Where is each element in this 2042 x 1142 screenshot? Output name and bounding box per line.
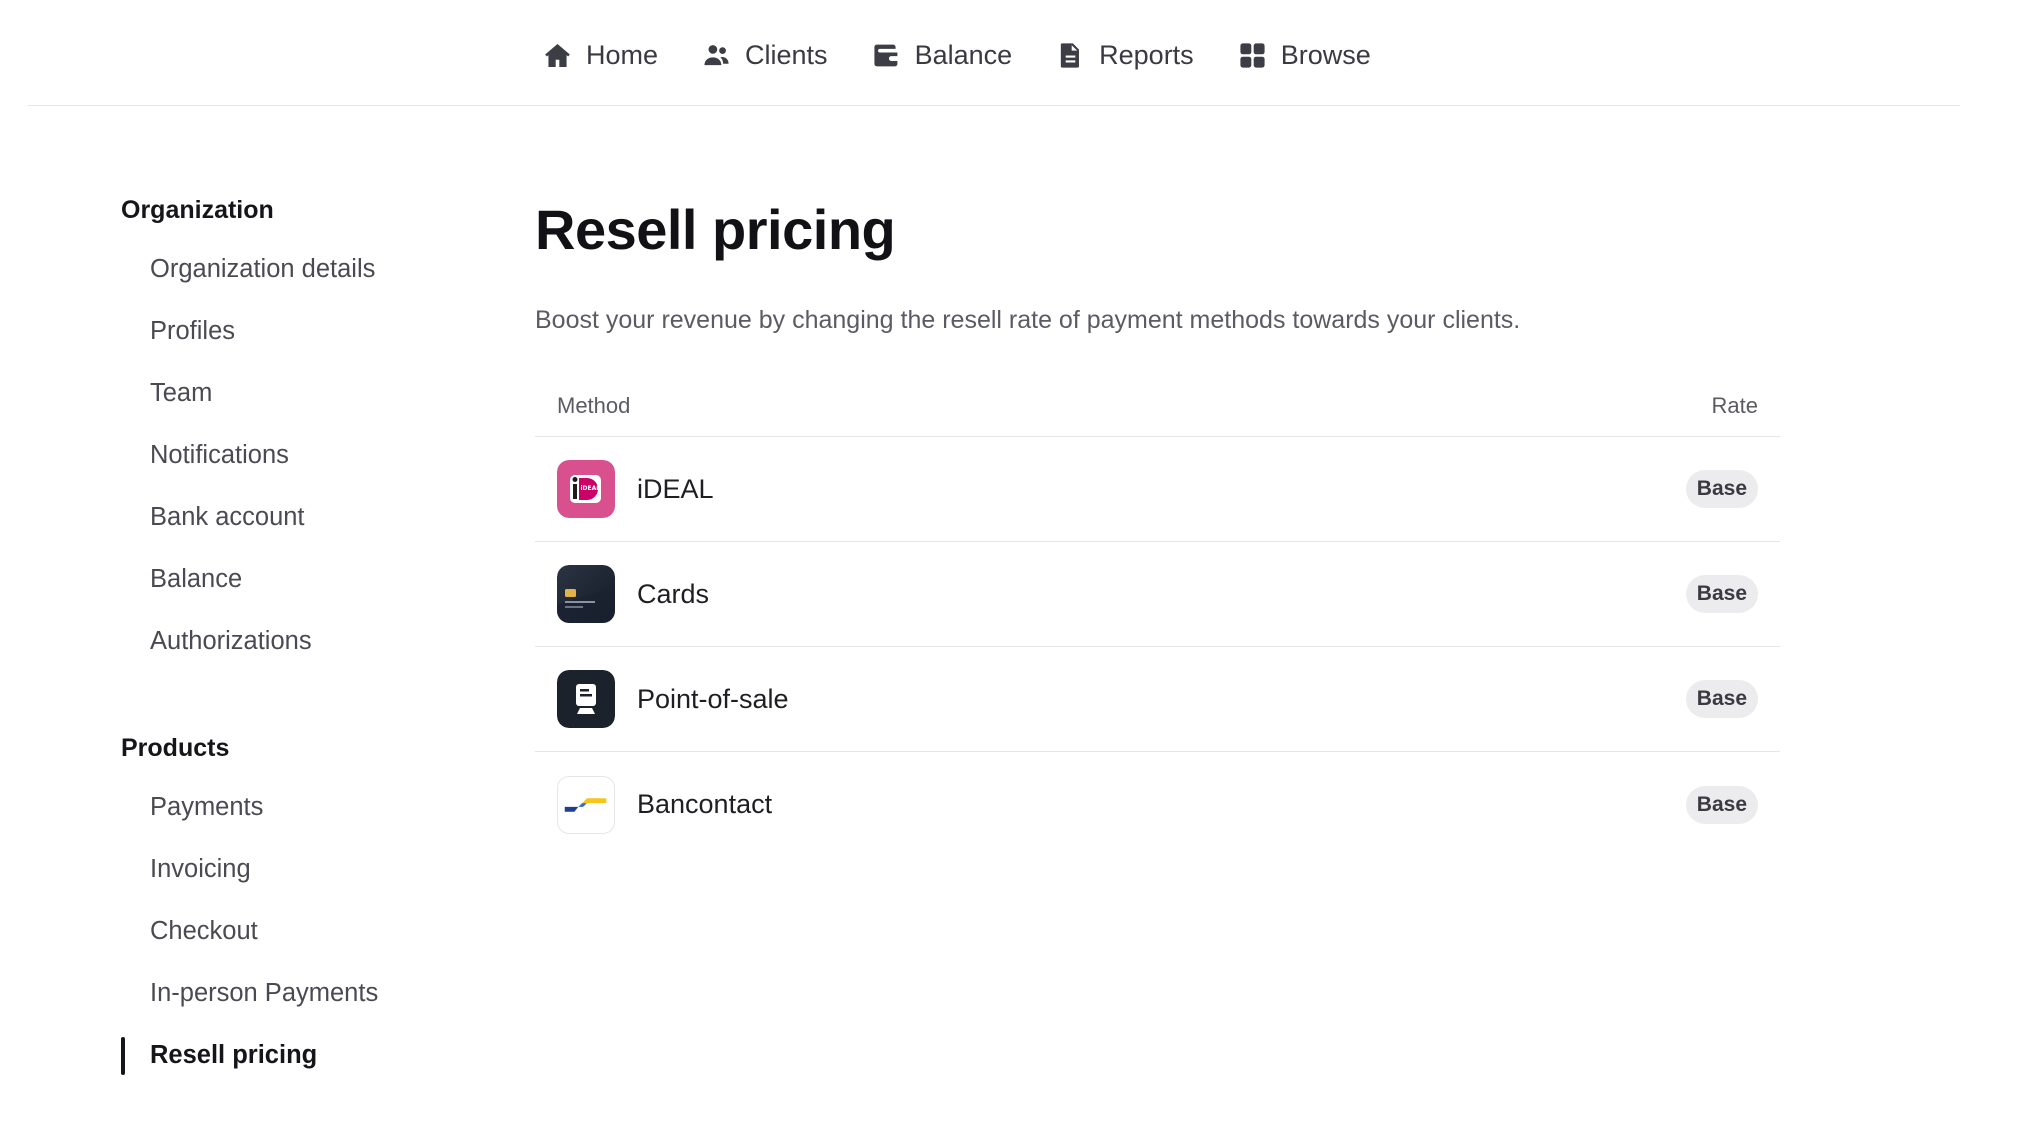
table-row-point-of-sale[interactable]: Point-of-sale Base — [535, 647, 1780, 752]
main-content: Resell pricing Boost your revenue by cha… — [535, 190, 1785, 857]
page-title: Resell pricing — [535, 198, 896, 261]
table-row-bancontact[interactable]: Bancontact Base — [535, 752, 1780, 857]
table-row-cards[interactable]: Cards Base — [535, 542, 1780, 647]
table-header: Method Rate — [535, 375, 1780, 437]
rate-badge: Base — [1685, 785, 1758, 824]
table-row-ideal[interactable]: iDEAL iDEAL Base — [535, 437, 1780, 542]
sidebar-heading-organization: Organization — [121, 196, 274, 224]
home-icon — [545, 43, 570, 67]
ideal-icon: iDEAL — [557, 460, 615, 518]
page-description: Boost your revenue by changing the resel… — [535, 306, 1521, 334]
sidebar-item-organization-details[interactable]: Organization details — [121, 246, 461, 308]
wallet-icon — [873, 44, 897, 66]
sidebar-item-team[interactable]: Team — [121, 370, 461, 432]
sidebar-organization-list: Organization details Profiles Team Notif… — [121, 246, 461, 680]
nav-reports[interactable]: Reports — [1056, 32, 1194, 78]
sidebar-item-checkout[interactable]: Checkout — [121, 908, 461, 970]
sidebar-products-list: Payments Invoicing Checkout In-person Pa… — [121, 784, 461, 1094]
column-header-rate: Rate — [1711, 393, 1758, 418]
resell-pricing-table: Method Rate iDEAL iDEAL Base Cards Base — [535, 375, 1780, 857]
nav-clients-label: Clients — [745, 39, 828, 70]
method-name: Cards — [637, 578, 710, 609]
sidebar-item-invoicing[interactable]: Invoicing — [121, 846, 461, 908]
method-cell: iDEAL iDEAL — [557, 460, 714, 518]
credit-card-icon — [557, 565, 615, 623]
column-header-method: Method — [557, 393, 631, 418]
nav-browse-label: Browse — [1280, 39, 1371, 70]
rate-badge: Base — [1685, 470, 1758, 508]
sidebar-item-bank-account[interactable]: Bank account — [121, 494, 461, 556]
sidebar-item-authorizations[interactable]: Authorizations — [121, 618, 461, 680]
rate-badge: Base — [1685, 680, 1758, 718]
nav-balance[interactable]: Balance — [872, 32, 1013, 78]
svg-text:iDEAL: iDEAL — [581, 485, 601, 492]
bancontact-icon — [557, 775, 615, 834]
settings-sidebar: Organization Organization details Profil… — [121, 190, 461, 1094]
grid-icon — [1240, 42, 1265, 68]
nav-reports-label: Reports — [1099, 39, 1194, 70]
method-name: Point-of-sale — [637, 683, 789, 714]
pos-terminal-icon — [557, 670, 615, 728]
sidebar-item-balance[interactable]: Balance — [121, 556, 461, 618]
nav-home-label: Home — [586, 39, 659, 70]
nav-browse[interactable]: Browse — [1238, 32, 1371, 78]
method-name: Bancontact — [637, 789, 773, 819]
nav-items: Home Clients Balance Reports Browse — [543, 32, 1371, 78]
sidebar-item-in-person-payments[interactable]: In-person Payments — [121, 970, 461, 1032]
rate-badge: Base — [1685, 575, 1758, 613]
sidebar-item-payments[interactable]: Payments — [121, 784, 461, 846]
top-navigation: Home Clients Balance Reports Browse — [28, 0, 1960, 106]
sidebar-item-notifications[interactable]: Notifications — [121, 432, 461, 494]
sidebar-heading-products: Products — [121, 734, 230, 762]
method-cell: Cards — [557, 565, 709, 623]
users-icon — [704, 44, 729, 65]
document-icon — [1060, 42, 1080, 68]
method-cell: Point-of-sale — [557, 670, 789, 728]
nav-home[interactable]: Home — [543, 32, 658, 78]
method-name: iDEAL — [637, 473, 714, 504]
sidebar-products-group: Products Payments Invoicing Checkout In-… — [121, 728, 461, 1094]
method-cell: Bancontact — [557, 775, 773, 834]
nav-balance-label: Balance — [914, 39, 1013, 70]
sidebar-item-resell-pricing[interactable]: Resell pricing — [121, 1032, 461, 1094]
sidebar-item-profiles[interactable]: Profiles — [121, 308, 461, 370]
nav-clients[interactable]: Clients — [702, 32, 828, 78]
